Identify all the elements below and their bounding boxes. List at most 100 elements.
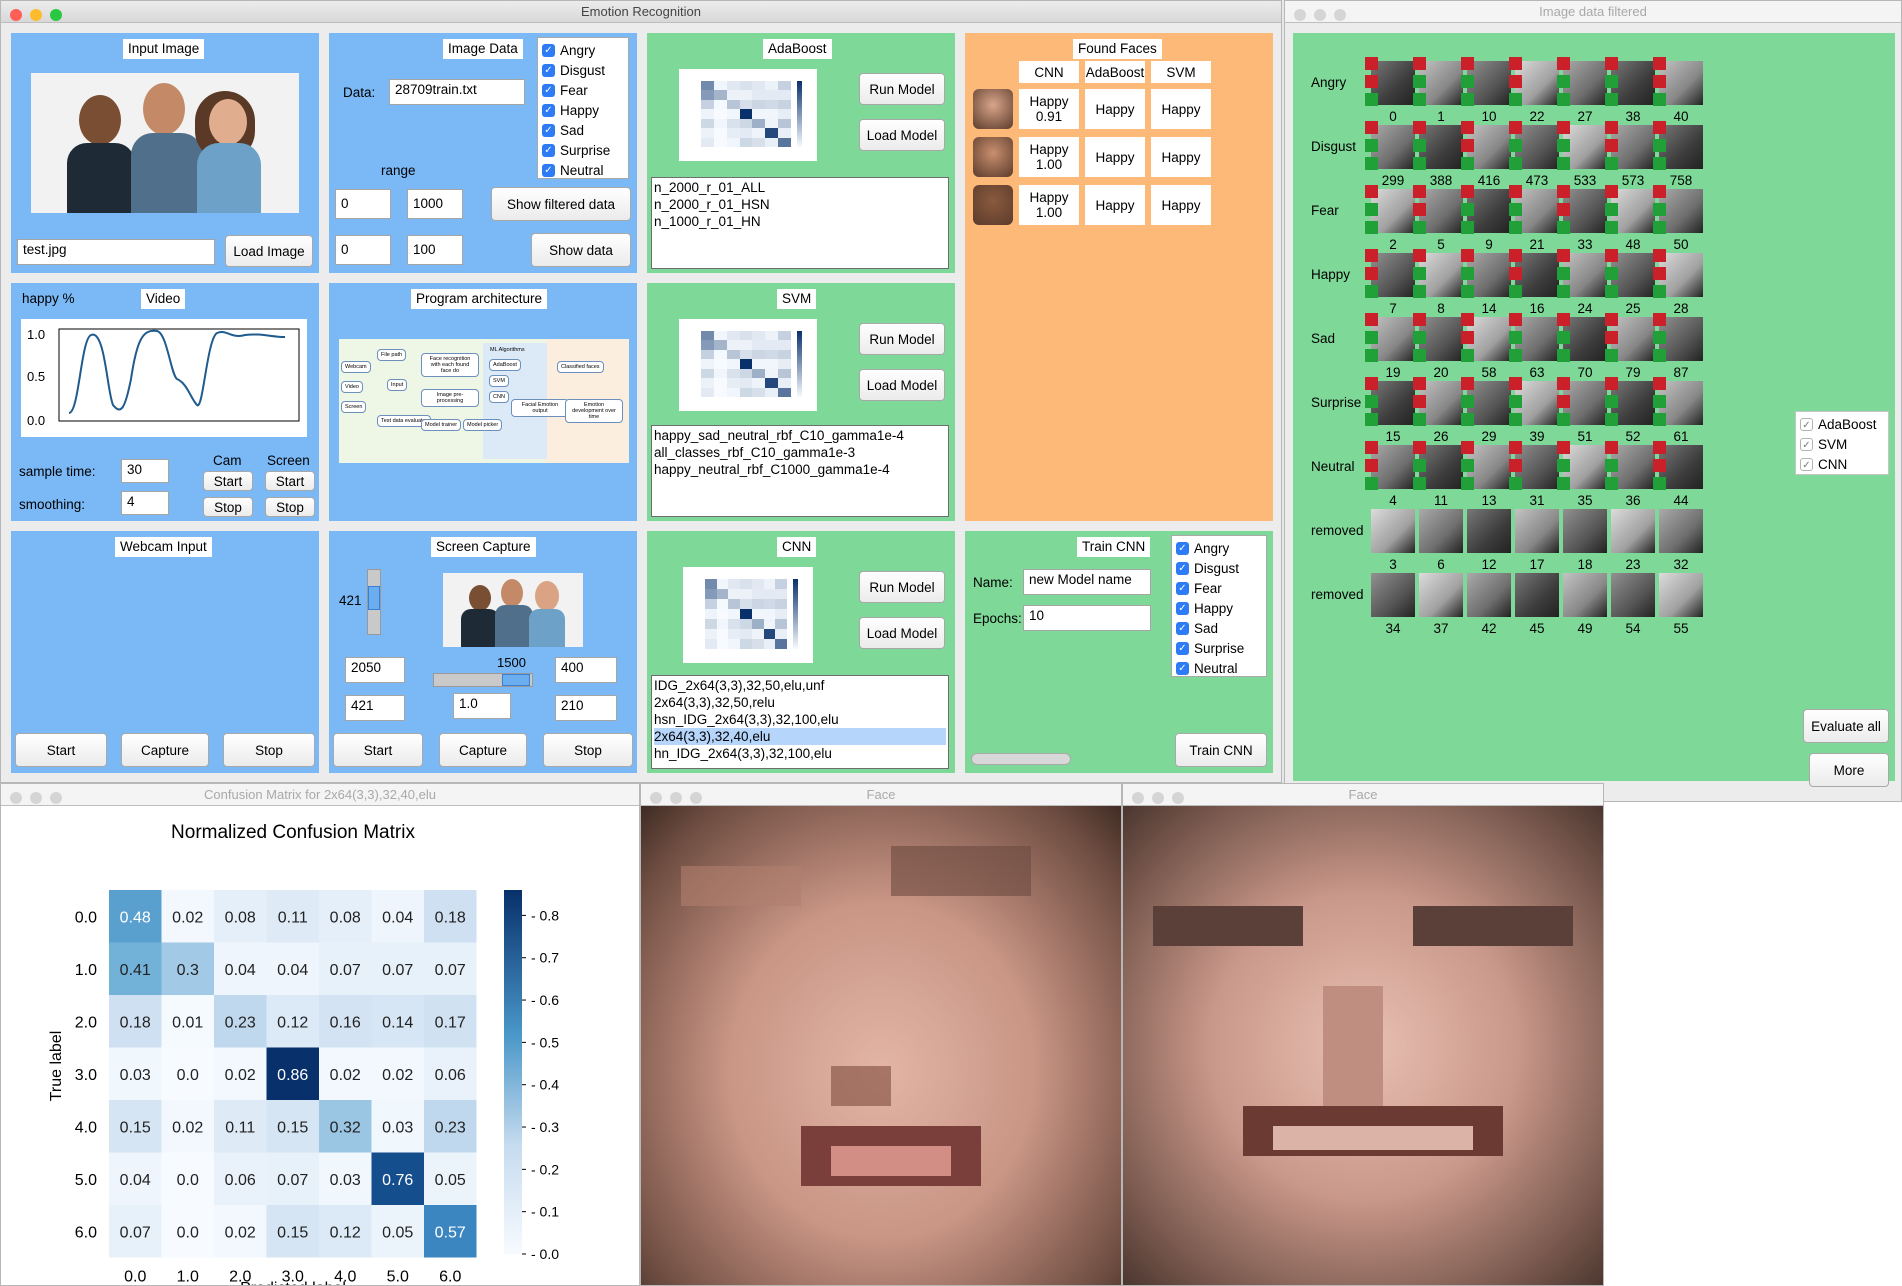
face-thumbnail[interactable]: [1515, 573, 1559, 617]
minimize-icon[interactable]: [1314, 9, 1326, 21]
epochs-field[interactable]: 10: [1023, 605, 1151, 631]
checkbox-svm[interactable]: ✓ SVM: [1800, 434, 1884, 454]
minimize-icon[interactable]: [30, 9, 42, 21]
list-item[interactable]: IDG_2x64(3,3),32,50,elu,unf: [654, 677, 946, 694]
close-icon[interactable]: [1294, 9, 1306, 21]
capture-w-field[interactable]: 400: [555, 657, 617, 683]
minimize-icon[interactable]: [1152, 792, 1164, 804]
screen-start-button[interactable]: Start: [265, 471, 315, 491]
list-item[interactable]: hsn_IDG_2x64(3,3),32,100,elu: [654, 711, 946, 728]
list-item[interactable]: 2x64(3,3),32,50,relu: [654, 694, 946, 711]
capture-y-field[interactable]: 421: [345, 695, 405, 721]
list-item[interactable]: hn_IDG_2x64(3,3),32,100,elu: [654, 745, 946, 762]
checkbox-angry[interactable]: ✓ Angry: [542, 40, 624, 60]
evaluate-all-button[interactable]: Evaluate all: [1803, 709, 1889, 743]
cam-stop-button[interactable]: Stop: [203, 497, 253, 517]
close-icon[interactable]: [650, 792, 662, 804]
checkbox-disgust[interactable]: ✓ Disgust: [1176, 558, 1262, 578]
cnn-run-button[interactable]: Run Model: [859, 571, 945, 603]
data-end-field[interactable]: 100: [407, 235, 463, 265]
range-end-field[interactable]: 1000: [407, 189, 463, 219]
face-thumbnail[interactable]: [1563, 509, 1607, 553]
list-item[interactable]: n_2000_r_01_ALL: [654, 179, 946, 196]
cnn-model-list[interactable]: IDG_2x64(3,3),32,50,elu,unf 2x64(3,3),32,…: [651, 675, 949, 769]
minimize-icon[interactable]: [670, 792, 682, 804]
face-thumbnail[interactable]: [1659, 509, 1703, 553]
face-thumbnail[interactable]: [1515, 509, 1559, 553]
face-thumbnail[interactable]: [1611, 509, 1655, 553]
range-start-field[interactable]: 0: [335, 189, 391, 219]
list-item[interactable]: 2x64(3,3),32,40,elu: [654, 728, 946, 745]
sample-time-field[interactable]: 30: [121, 459, 169, 483]
close-icon[interactable]: [1132, 792, 1144, 804]
zoom-icon[interactable]: [50, 792, 62, 804]
list-item[interactable]: n_1000_r_01_HN: [654, 213, 946, 230]
adaboost-model-list[interactable]: n_2000_r_01_ALL n_2000_r_01_HSN n_1000_r_0…: [651, 177, 949, 269]
close-icon[interactable]: [10, 9, 22, 21]
checkbox-fear[interactable]: ✓ Fear: [542, 80, 624, 100]
face-thumbnail[interactable]: [1371, 573, 1415, 617]
webcam-stop-button[interactable]: Stop: [223, 733, 315, 767]
vertical-slider[interactable]: [367, 569, 381, 635]
svm-run-button[interactable]: Run Model: [859, 323, 945, 355]
checkbox-cnn[interactable]: ✓ CNN: [1800, 454, 1884, 474]
checkbox-neutral[interactable]: ✓ Neutral: [542, 160, 624, 180]
checkbox-adaboost[interactable]: ✓ AdaBoost: [1800, 414, 1884, 434]
model-name-field[interactable]: new Model name: [1023, 569, 1151, 595]
train-cnn-button[interactable]: Train CNN: [1175, 733, 1267, 767]
data-start-field[interactable]: 0: [335, 235, 391, 265]
zoom-icon[interactable]: [50, 9, 62, 21]
checkbox-angry[interactable]: ✓ Angry: [1176, 538, 1262, 558]
capture-start-button[interactable]: Start: [333, 733, 423, 767]
scale-field[interactable]: 1.0: [453, 693, 511, 719]
checkbox-disgust[interactable]: ✓ Disgust: [542, 60, 624, 80]
minimize-icon[interactable]: [30, 792, 42, 804]
face-thumbnail[interactable]: [1419, 573, 1463, 617]
face-thumbnail[interactable]: [1563, 573, 1607, 617]
capture-capture-button[interactable]: Capture: [439, 733, 527, 767]
checkbox-surprise[interactable]: ✓ Surprise: [1176, 638, 1262, 658]
checkbox-fear[interactable]: ✓ Fear: [1176, 578, 1262, 598]
list-item[interactable]: n_2000_r_01_HSN: [654, 196, 946, 213]
checkbox-label: Happy: [560, 102, 600, 118]
svm-model-list[interactable]: happy_sad_neutral_rbf_C10_gamma1e-4 all_c…: [651, 425, 949, 517]
svm-load-button[interactable]: Load Model: [859, 369, 945, 401]
webcam-capture-button[interactable]: Capture: [121, 733, 209, 767]
face-thumbnail[interactable]: [1467, 573, 1511, 617]
input-file-field[interactable]: test.jpg: [17, 239, 215, 265]
webcam-start-button[interactable]: Start: [15, 733, 107, 767]
checkbox-surprise[interactable]: ✓ Surprise: [542, 140, 624, 160]
list-item[interactable]: happy_sad_neutral_rbf_C10_gamma1e-4: [654, 427, 946, 444]
capture-stop-button[interactable]: Stop: [543, 733, 633, 767]
horizontal-slider[interactable]: [433, 673, 533, 687]
capture-x-field[interactable]: 2050: [345, 657, 405, 683]
data-file-field[interactable]: 28709train.txt: [389, 79, 525, 105]
close-icon[interactable]: [10, 792, 22, 804]
face-thumbnail[interactable]: [1371, 509, 1415, 553]
smoothing-field[interactable]: 4: [121, 491, 169, 515]
checkbox-happy[interactable]: ✓ Happy: [542, 100, 624, 120]
face-thumbnail[interactable]: [1659, 573, 1703, 617]
screen-stop-button[interactable]: Stop: [265, 497, 315, 517]
adaboost-run-button[interactable]: Run Model: [859, 73, 945, 105]
more-button[interactable]: More: [1809, 753, 1889, 787]
list-item[interactable]: all_classes_rbf_C10_gamma1e-3: [654, 444, 946, 461]
cam-start-button[interactable]: Start: [203, 471, 253, 491]
load-image-button[interactable]: Load Image: [225, 235, 313, 267]
show-data-button[interactable]: Show data: [531, 233, 631, 267]
cnn-load-button[interactable]: Load Model: [859, 617, 945, 649]
adaboost-load-button[interactable]: Load Model: [859, 119, 945, 151]
checkbox-sad[interactable]: ✓ Sad: [1176, 618, 1262, 638]
list-item[interactable]: happy_neutral_rbf_C1000_gamma1e-4: [654, 461, 946, 478]
capture-h-field[interactable]: 210: [555, 695, 617, 721]
zoom-icon[interactable]: [690, 792, 702, 804]
zoom-icon[interactable]: [1334, 9, 1346, 21]
checkbox-sad[interactable]: ✓ Sad: [542, 120, 624, 140]
checkbox-neutral[interactable]: ✓ Neutral: [1176, 658, 1262, 678]
face-thumbnail[interactable]: [1419, 509, 1463, 553]
face-thumbnail[interactable]: [1611, 573, 1655, 617]
zoom-icon[interactable]: [1172, 792, 1184, 804]
face-thumbnail[interactable]: [1467, 509, 1511, 553]
checkbox-happy[interactable]: ✓ Happy: [1176, 598, 1262, 618]
show-filtered-button[interactable]: Show filtered data: [491, 187, 631, 221]
